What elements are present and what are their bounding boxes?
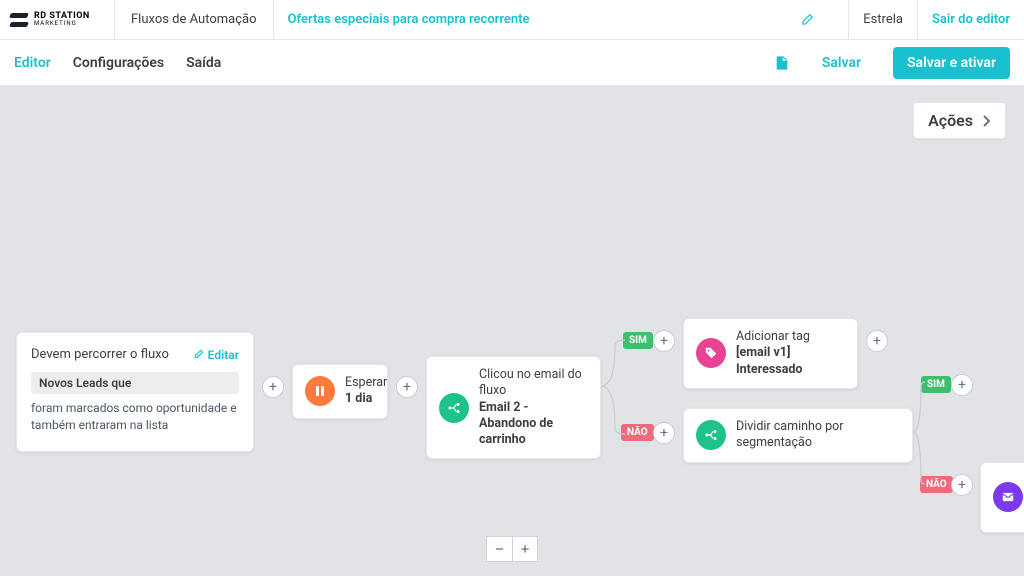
edit-title-icon[interactable]	[800, 13, 814, 27]
zoom-in-button[interactable]: +	[512, 536, 538, 562]
brand-logo: RD STATIONMARKETING	[0, 0, 115, 39]
add-node-button[interactable]: +	[653, 422, 675, 444]
add-node-button[interactable]: +	[653, 330, 675, 352]
add-node-button[interactable]: +	[396, 376, 418, 398]
add-node-button[interactable]: +	[951, 474, 973, 496]
add-node-button[interactable]: +	[951, 374, 973, 396]
tab-bar: Editor Configurações Saída Salvar Salvar…	[0, 40, 1024, 86]
add-node-button[interactable]: +	[262, 376, 284, 398]
branch-node-email-click[interactable]: Clicou no email do fluxo Email 2 - Aband…	[426, 356, 601, 459]
branch-node-segment[interactable]: Dividir caminho por segmentação	[683, 408, 913, 463]
tag-label: Adicionar tag	[736, 329, 845, 345]
connector	[601, 336, 625, 438]
top-actions: Estrela Sair do editor	[848, 0, 1024, 39]
star-button[interactable]: Estrela	[848, 0, 917, 39]
add-node-button[interactable]: +	[866, 330, 888, 352]
tag-node[interactable]: Adicionar tag [email v1] Interessado	[683, 318, 858, 389]
entry-title: Devem percorrer o fluxo	[31, 347, 169, 362]
branch2-label: Dividir caminho por segmentação	[736, 419, 900, 452]
pencil-icon	[193, 349, 204, 360]
zoom-out-button[interactable]: −	[486, 536, 512, 562]
tab-editor[interactable]: Editor	[14, 55, 51, 71]
tag-icon	[696, 338, 726, 368]
flow-title[interactable]: Ofertas especiais para compra recorrente	[288, 12, 530, 27]
brand-logo-text: RD STATIONMARKETING	[34, 12, 90, 27]
chevron-right-icon	[983, 115, 991, 127]
brand-logo-mark	[10, 13, 28, 27]
branch-icon	[439, 393, 469, 423]
tag-value: [email v1] Interessado	[736, 345, 845, 378]
branch-icon	[696, 420, 726, 450]
entry-edit-button[interactable]: Editar	[193, 348, 239, 362]
download-icon[interactable]	[774, 55, 790, 71]
breadcrumb[interactable]: Fluxos de Automação	[115, 0, 274, 39]
branch1-label: Clicou no email do fluxo	[479, 367, 588, 400]
mail-node[interactable]: Enviar E Agrade	[980, 462, 1024, 533]
entry-description: foram marcados como oportunidade e també…	[31, 400, 239, 435]
zoom-controls: − +	[486, 536, 538, 562]
badge-yes: SIM	[921, 376, 951, 393]
save-button[interactable]: Salvar	[812, 49, 871, 77]
badge-no: NÃO	[621, 424, 654, 441]
branch1-value: Email 2 - Abandono de carrinho	[479, 400, 588, 449]
tab-exit[interactable]: Saída	[186, 55, 221, 71]
flow-title-area: Ofertas especiais para compra recorrente	[274, 0, 849, 39]
top-bar: RD STATIONMARKETING Fluxos de Automação …	[0, 0, 1024, 40]
wait-node[interactable]: Esperar 1 dia	[292, 364, 388, 419]
tab-config[interactable]: Configurações	[73, 55, 164, 71]
entry-chip: Novos Leads que	[31, 372, 239, 394]
connector	[913, 380, 925, 486]
actions-label: Ações	[928, 111, 973, 130]
save-activate-button[interactable]: Salvar e ativar	[893, 47, 1010, 79]
pause-icon	[305, 376, 335, 406]
flow-canvas[interactable]: Ações Devem percorrer o fluxo Editar Nov…	[0, 86, 1024, 576]
entry-node[interactable]: Devem percorrer o fluxo Editar Novos Lea…	[16, 332, 254, 452]
actions-menu[interactable]: Ações	[913, 102, 1006, 139]
badge-yes: SIM	[623, 332, 653, 349]
exit-editor-button[interactable]: Sair do editor	[917, 0, 1024, 39]
wait-label: Esperar	[345, 375, 387, 391]
wait-value: 1 dia	[345, 391, 387, 407]
mail-icon	[993, 482, 1023, 512]
